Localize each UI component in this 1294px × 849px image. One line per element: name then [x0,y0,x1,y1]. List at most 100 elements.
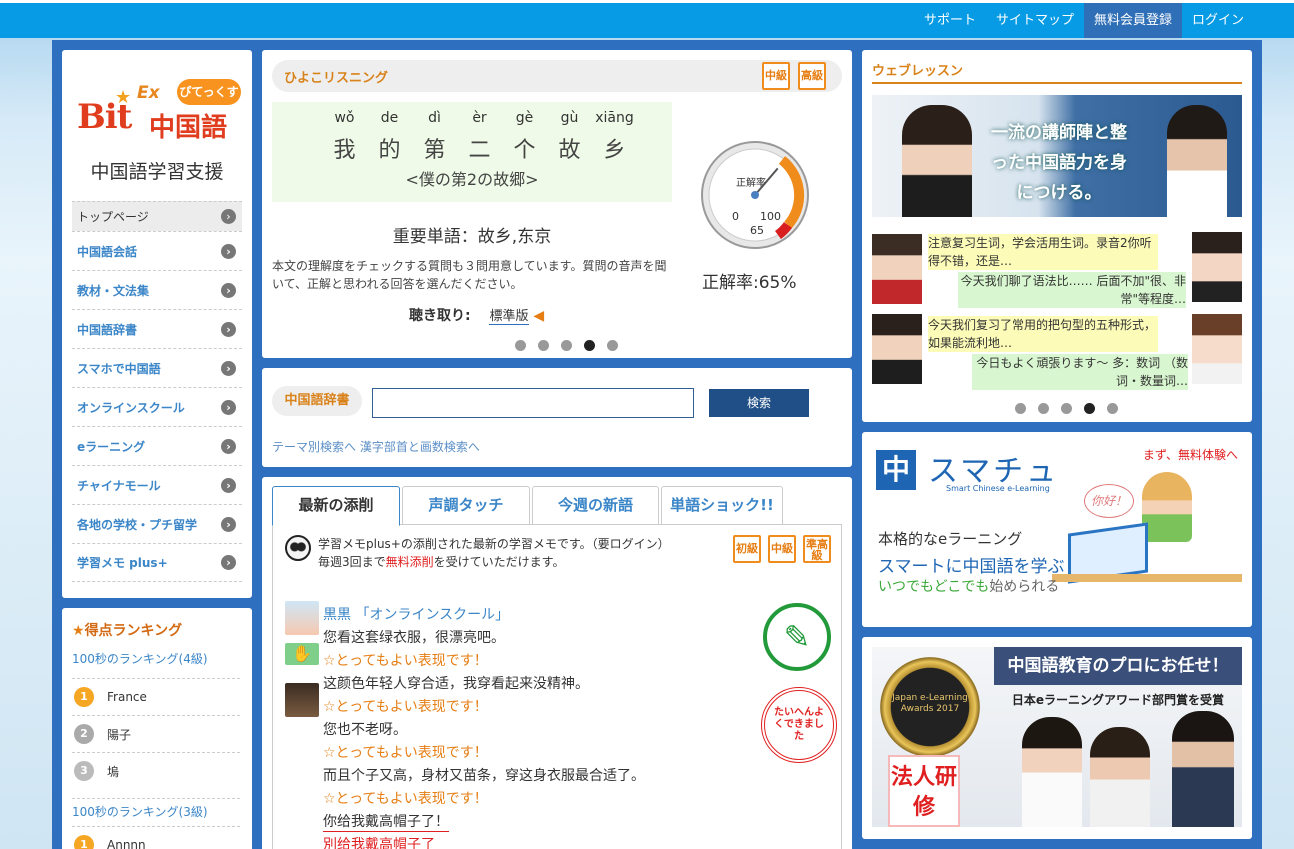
award-banner[interactable]: Japan e-Learning Awards 2017 中国語教育のプロにお任… [872,647,1242,827]
ranking-row[interactable]: 1 France [72,678,240,715]
ranking-row[interactable]: 3塢 [72,752,240,789]
teacher-photo [902,105,972,217]
chat-bubble-student: 今日もよく頑張ります～ 多：数词 （数词・数量词… [972,354,1188,390]
web-lesson-panel: ウェブレッスン 一流の講師陣と整った中国語力を身につける。 注意复习生词，学会活… [862,50,1252,422]
carousel-dot[interactable] [538,340,549,351]
ranking-level4-link[interactable]: 100秒のランキング(4級) [72,650,208,667]
sumachu-tagline: Smart Chinese e-Learning [946,484,1050,493]
sidebar-item-label: チャイナモール [77,478,161,493]
sidebar-item-dictionary[interactable]: 中国語辞書 › [72,309,242,348]
sidebar-item-china-mall[interactable]: チャイナモール › [72,465,242,504]
pinyin: de [380,110,399,126]
level-advanced-badge[interactable]: 高級 [798,62,826,90]
carousel-dot[interactable] [1084,403,1095,414]
pinyin: èr [472,110,487,126]
sumachu-line3-rest: 始められる [989,579,1060,595]
memo-note-text: を受けていただけます。 [433,555,565,569]
award-heading: 中国語教育のプロにお任せ！ [994,647,1242,685]
sidebar-item-label: 各地の学校・プチ留学 [77,517,198,532]
carousel-dot[interactable] [584,340,595,351]
sumachu-panel: 中 スマチュ Smart Chinese e-Learning まず、無料体験へ… [862,432,1252,627]
tab-new-words[interactable]: 今週の新語 [532,486,659,524]
level-semi-advanced-badge[interactable]: 準高級 [803,535,831,563]
sumachu-line3-green: いつでもどこでも [878,579,990,595]
memo-note-text: 毎週3回まで [318,555,386,569]
teacher-avatar[interactable] [872,314,922,384]
memo-praise: ☆とってもよい表现です！ [323,745,488,761]
accuracy-gauge: 正解率 0 100 65 [701,141,809,249]
memo-praise: ☆とってもよい表现です！ [323,653,488,669]
hanzi-row: 我 的 第 二 个 故 乡 [322,132,637,164]
web-lesson-title[interactable]: ウェブレッスン [872,60,1242,84]
tab-tone-touch[interactable]: 声調タッチ [402,486,530,524]
dictionary-panel: 中国語辞書 検索 テーマ別検索へ 漢字部首と画数検索へ [262,368,852,467]
user-avatar[interactable] [285,601,319,635]
sidebar-item-schools[interactable]: 各地の学校・プチ留学 › [72,504,242,543]
level-beginner-badge[interactable]: 初級 [733,535,761,563]
carousel-dot[interactable] [1061,403,1072,414]
sentence-box: wǒ de dì èr gè gù xiāng 我 的 第 二 个 故 乡 <僕… [272,102,672,202]
dictionary-links[interactable]: テーマ別検索へ 漢字部首と画数検索へ [272,438,480,455]
listening-title[interactable]: ひよこリスニング [284,67,388,86]
sidebar-item-online-school[interactable]: オンラインスクール › [72,387,242,426]
ranking-level3-link[interactable]: 100秒のランキング(3級) [72,798,240,820]
sumachu-banner[interactable]: 中 スマチュ Smart Chinese e-Learning まず、無料体験へ… [872,442,1242,612]
sumachu-line3: いつでもどこでも始められる [878,576,1059,596]
memo-tab-body: 学習メモplus+の添削された最新の学習メモです。（要ログイン） 毎週3回まで無… [272,524,842,849]
web-lesson-banner[interactable]: 一流の講師陣と整った中国語力を身につける。 [872,95,1242,217]
nav-sitemap[interactable]: サイトマップ [986,3,1084,38]
stamp-well-done: たいへんよくできました [761,687,837,763]
rank-name: 塢 [107,764,120,779]
student-avatar[interactable] [1192,314,1242,384]
carousel-dot[interactable] [607,340,618,351]
speaker-icon[interactable]: ◀ [533,308,544,324]
student-avatar[interactable] [1192,232,1242,302]
nav-register[interactable]: 無料会員登録 [1083,3,1182,38]
level-intermediate-badge[interactable]: 中級 [762,62,790,90]
sumachu-logo: 中 [876,450,916,490]
dictionary-search-button[interactable]: 検索 [709,389,809,417]
accuracy-result: 正解率:65% [702,273,797,293]
carousel-dot[interactable] [561,340,572,351]
memo-note-line1: 学習メモplus+の添削された最新の学習メモです。（要ログイン） [318,537,670,551]
teacher-avatar[interactable] [872,234,922,304]
sidebar-item-elearning[interactable]: eラーニング › [72,426,242,465]
rank-name: Annnn [107,838,146,849]
sidebar-item-conversation[interactable]: 中国語会話 › [72,231,242,270]
top-bar: サポート サイトマップ 無料会員登録 ログイン [0,0,1294,38]
ranking-title: ★得点ランキング [72,620,182,640]
user-avatar[interactable] [285,683,319,717]
left-sidebar: ぴてっくす ★ Ex Bit 中国語 中国語学習支援 トップページ › 中国語会話… [62,50,252,598]
carousel-dot[interactable] [1038,403,1049,414]
sidebar-item-top[interactable]: トップページ › [72,201,242,231]
site-logo[interactable]: ぴてっくす ★ Ex Bit 中国語 [77,75,247,145]
key-vocab: 重要単語：故乡,东京 [392,227,552,247]
chevron-right-icon: › [221,399,236,415]
level-intermediate-badge[interactable]: 中級 [768,535,796,563]
sidebar-item-label: スマホで中国語 [77,361,161,376]
sidebar-item-smartphone[interactable]: スマホで中国語 › [72,348,242,387]
sidebar-item-label: オンラインスクール [77,400,185,415]
pinyin: xiāng [595,110,634,126]
nav-support[interactable]: サポート [914,3,986,38]
ranking-row[interactable]: 1 Annnn [72,826,240,849]
tab-word-shock[interactable]: 単語ショック!! [661,486,783,524]
dictionary-search-input[interactable] [372,388,694,418]
carousel-dot[interactable] [515,340,526,351]
people-photo [1172,711,1234,827]
memo-author[interactable]: 黒黒 「オンラインスクール」 [323,604,509,624]
carousel-dot[interactable] [1107,403,1118,414]
sidebar-item-materials[interactable]: 教材・文法集 › [72,270,242,309]
dictionary-label: 中国語辞書 [272,386,362,416]
content-frame: ぴてっくす ★ Ex Bit 中国語 中国語学習支援 トップページ › 中国語会話… [52,40,1262,849]
sentence-translation: <僕の第2の故郷> [405,170,539,189]
listen-standard-link[interactable]: 標準版 [489,309,529,325]
nav-login[interactable]: ログイン [1182,3,1254,38]
tab-latest-corrections[interactable]: 最新の添削 [272,486,400,526]
memo-line: 这颜色年轻人穿合适，我穿看起来没精神。 [323,676,589,692]
carousel-dot[interactable] [1015,403,1026,414]
sidebar-item-memo-plus[interactable]: 学習メモ plus+ › [72,543,242,582]
pinyin: gè [515,110,534,126]
ranking-row[interactable]: 2 陽子 [72,715,240,752]
listen-row: 聴き取り: 標準版 ◀ [409,305,544,325]
